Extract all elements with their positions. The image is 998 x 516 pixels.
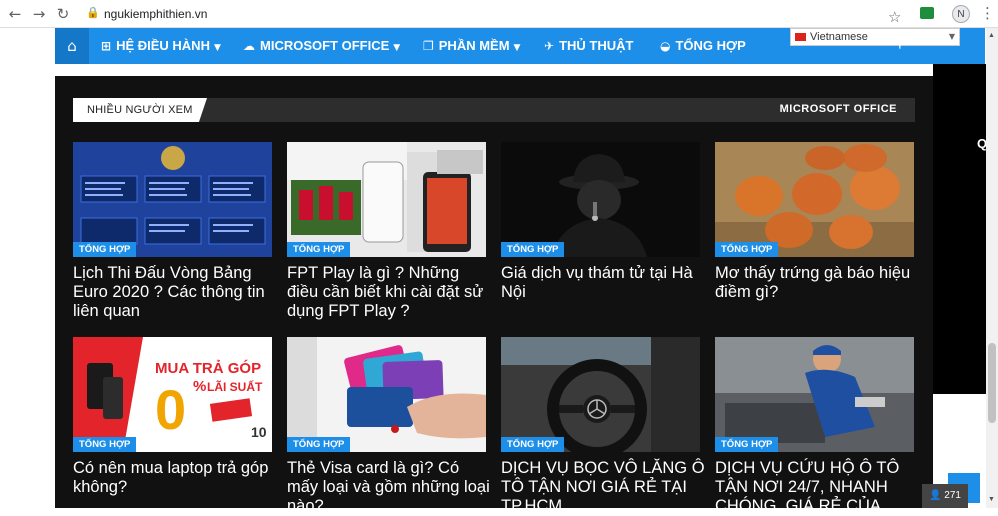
nav-label: PHẦN MỀM bbox=[438, 38, 510, 53]
category-badge[interactable]: TỔNG HỢP bbox=[715, 242, 779, 257]
nav-item-thu-thuat[interactable]: ✈ THỦ THUẬT bbox=[544, 28, 633, 64]
category-badge[interactable]: TỔNG HỢP bbox=[287, 437, 351, 452]
reload-icon[interactable]: ↻ bbox=[54, 5, 72, 23]
post-title[interactable]: DỊCH VỤ BỌC VÔ LĂNG Ô TÔ TẬN NƠI GIÁ RẺ … bbox=[501, 459, 706, 516]
post-title[interactable]: Thẻ Visa card là gì? Có mấy loại và gồm … bbox=[287, 459, 492, 516]
home-icon[interactable]: ⌂ bbox=[55, 28, 89, 64]
car-icon: ◒ bbox=[660, 39, 671, 53]
browser-menu-icon[interactable]: ⋮ bbox=[980, 4, 995, 22]
vietnam-flag-icon bbox=[795, 33, 806, 42]
category-badge[interactable]: TỔNG HỢP bbox=[501, 242, 565, 257]
promo-line2: LÃI SUẤT bbox=[207, 379, 263, 394]
post-title[interactable]: Mơ thấy trứng gà báo hiệu điềm gì? bbox=[715, 264, 920, 302]
euro-2020-groups-image bbox=[73, 142, 272, 257]
post-thumbnail[interactable] bbox=[73, 142, 272, 257]
category-badge[interactable]: TỔNG HỢP bbox=[73, 437, 137, 452]
fpt-play-devices-image bbox=[287, 142, 486, 257]
back-arrow-icon[interactable]: ← bbox=[6, 5, 24, 23]
nav-label: THỦ THUẬT bbox=[559, 38, 634, 53]
steering-wheel-image bbox=[501, 337, 700, 452]
chevron-down-icon: ▼ bbox=[213, 43, 221, 53]
eggs-on-burlap-image bbox=[715, 142, 914, 257]
promo-sub: 10 bbox=[251, 424, 267, 440]
promo-big: 0 bbox=[155, 378, 186, 441]
section-category-link[interactable]: MICROSOFT OFFICE bbox=[780, 103, 897, 115]
page-margin-left bbox=[0, 28, 55, 508]
section-heading-label: NHIỀU NGƯỜI XEM bbox=[87, 104, 193, 116]
page-margin-right: Q bbox=[933, 64, 987, 394]
post-thumbnail[interactable] bbox=[715, 142, 914, 257]
chevron-down-icon: ▼ bbox=[513, 43, 521, 53]
visa-cards-hand-image bbox=[287, 337, 486, 452]
view-counter: 👤 271 bbox=[922, 484, 968, 508]
url-text: ngukiemphithien.vn bbox=[104, 7, 208, 21]
wrench-icon: ✈ bbox=[544, 39, 555, 53]
main-content: NHIỀU NGƯỜI XEM MICROSOFT OFFICE TỔNG HỢ… bbox=[55, 64, 933, 515]
address-bar[interactable]: 🔒 ngukiemphithien.vn ☆ bbox=[80, 4, 910, 26]
user-icon: 👤 bbox=[929, 490, 942, 501]
nav-item-tong-hop[interactable]: ◒ TỔNG HỢP bbox=[660, 28, 746, 64]
post-title[interactable]: Có nên mua laptop trả góp không? bbox=[73, 459, 278, 497]
profile-avatar[interactable]: N bbox=[952, 5, 970, 23]
category-badge[interactable]: TỔNG HỢP bbox=[287, 242, 351, 257]
section-heading: NHIỀU NGƯỜI XEM bbox=[73, 98, 207, 122]
forward-arrow-icon[interactable]: → bbox=[30, 5, 48, 23]
post-title[interactable]: Giá dịch vụ thám tử tại Hà Nội bbox=[501, 264, 706, 302]
post-thumbnail[interactable]: MUA TRẢ GÓP 0 % LÃI SUẤT 10 bbox=[73, 337, 272, 452]
promo-pct: % bbox=[193, 378, 206, 395]
post-thumbnail[interactable] bbox=[501, 337, 700, 452]
search-icon[interactable]: ⚲ bbox=[895, 36, 905, 51]
post-thumbnail[interactable] bbox=[287, 142, 486, 257]
nav-item-phan-mem[interactable]: ❐ PHẦN MỀM ▼ bbox=[423, 28, 520, 64]
car-mechanic-image bbox=[715, 337, 914, 452]
extension-icon[interactable] bbox=[920, 7, 934, 19]
scrollbar-thumb[interactable] bbox=[988, 343, 996, 423]
windows-icon: ⊞ bbox=[101, 39, 112, 53]
browser-toolbar: ← → ↻ 🔒 ngukiemphithien.vn ☆ N ⋮ bbox=[0, 0, 998, 28]
category-badge[interactable]: TỔNG HỢP bbox=[501, 437, 565, 452]
language-select[interactable]: Vietnamese ▼ bbox=[790, 28, 960, 46]
nav-item-he-dieu-hanh[interactable]: ⊞ HỆ ĐIỀU HÀNH ▼ bbox=[101, 28, 221, 64]
scroll-down-icon[interactable]: ▼ bbox=[988, 496, 995, 503]
category-badge[interactable]: TỔNG HỢP bbox=[715, 437, 779, 452]
installment-ad-image: MUA TRẢ GÓP 0 % LÃI SUẤT 10 bbox=[73, 337, 272, 452]
dropdown-arrow-icon: ▼ bbox=[948, 32, 955, 41]
post-thumbnail[interactable] bbox=[501, 142, 700, 257]
page-scrollbar[interactable]: ▲ ▼ bbox=[986, 28, 998, 508]
post-title[interactable]: DỊCH VỤ CỨU HỘ Ô TÔ TẬN NƠI 24/7, NHANH … bbox=[715, 459, 920, 516]
post-title[interactable]: Lịch Thi Đấu Vòng Bảng Euro 2020 ? Các t… bbox=[73, 264, 278, 321]
post-title[interactable]: FPT Play là gì ? Những điều cần biết khi… bbox=[287, 264, 492, 321]
category-badge[interactable]: TỔNG HỢP bbox=[73, 242, 137, 257]
chevron-down-icon: ▼ bbox=[393, 43, 401, 53]
post-thumbnail[interactable] bbox=[715, 337, 914, 452]
post-thumbnail[interactable] bbox=[287, 337, 486, 452]
view-count: 271 bbox=[944, 490, 961, 501]
nav-label: MICROSOFT OFFICE bbox=[260, 38, 390, 53]
promo-line1: MUA TRẢ GÓP bbox=[155, 359, 261, 377]
content-top-strip bbox=[55, 64, 933, 76]
main-nav: ⌂ ⊞ HỆ ĐIỀU HÀNH ▼ ☁ MICROSOFT OFFICE ▼ ❐ PHẦ… bbox=[55, 28, 985, 64]
nav-item-microsoft-office[interactable]: ☁ MICROSOFT OFFICE ▼ bbox=[243, 28, 400, 64]
nav-label: HỆ ĐIỀU HÀNH bbox=[116, 38, 210, 53]
bookmark-star-icon[interactable]: ☆ bbox=[888, 8, 901, 26]
lock-icon: 🔒 bbox=[86, 6, 100, 19]
scroll-up-icon[interactable]: ▲ bbox=[988, 32, 995, 39]
nav-label: TỔNG HỢP bbox=[675, 38, 746, 53]
language-label: Vietnamese bbox=[810, 31, 868, 43]
copy-icon: ❐ bbox=[423, 39, 434, 53]
cloud-icon: ☁ bbox=[243, 39, 255, 53]
detective-hat-image bbox=[501, 142, 700, 257]
